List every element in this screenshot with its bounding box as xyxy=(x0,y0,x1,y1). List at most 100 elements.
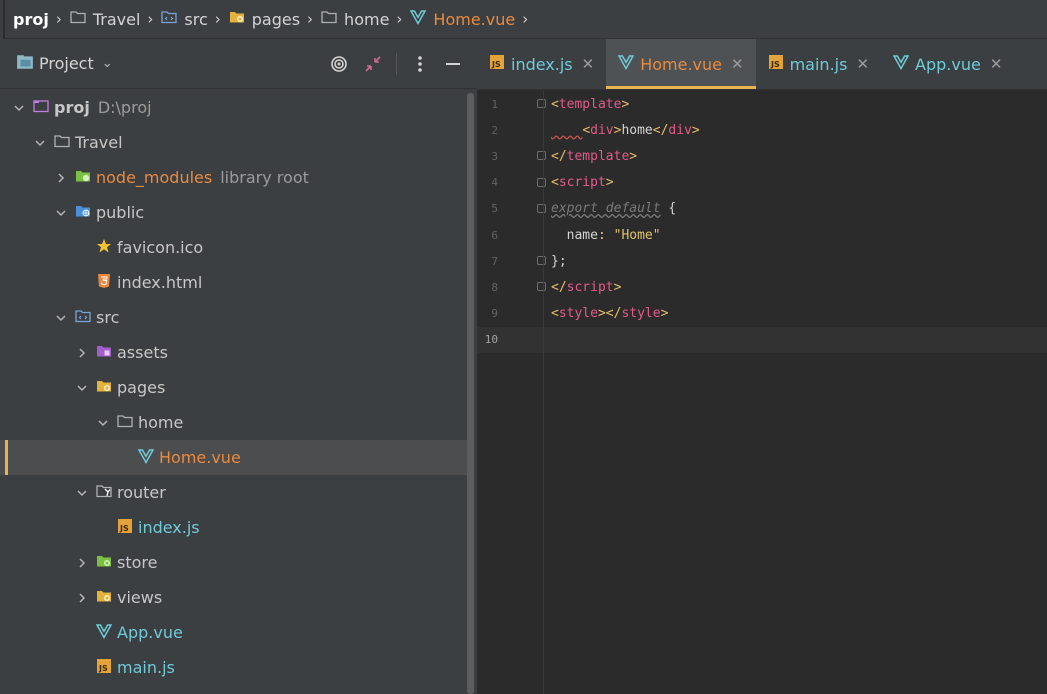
code-token: ></ xyxy=(597,306,622,322)
gutter xyxy=(513,91,551,117)
line-number: 5 xyxy=(491,202,498,216)
code-line[interactable]: 6 name: "Home" xyxy=(477,222,1047,248)
chevron-right-icon[interactable] xyxy=(53,170,69,186)
code-line[interactable]: 4 <script> xyxy=(477,170,1047,196)
gutter xyxy=(513,143,551,169)
tree-item-label: index.js xyxy=(138,518,200,537)
tree-item-public[interactable]: public xyxy=(0,195,468,230)
chevron-down-icon[interactable] xyxy=(95,415,111,431)
tree-item-proj[interactable]: proj D:\proj xyxy=(0,90,468,125)
tree-item-label: App.vue xyxy=(117,623,183,642)
tree-item-main-js[interactable]: JS main.js xyxy=(0,650,468,685)
hide-icon[interactable] xyxy=(437,47,471,81)
close-icon[interactable]: ✕ xyxy=(990,55,1003,73)
chevron-down-icon[interactable] xyxy=(32,135,48,151)
tab-home-vue[interactable]: Home.vue ✕ xyxy=(606,39,756,89)
breadcrumb-item-home[interactable]: home › xyxy=(321,0,410,39)
code-line[interactable]: 5 export default { xyxy=(477,196,1047,222)
tree-item-views[interactable]: views xyxy=(0,580,468,615)
breadcrumb-item-src[interactable]: src › xyxy=(161,0,228,39)
tree-item-assets[interactable]: assets xyxy=(0,335,468,370)
code-editor[interactable]: 1 <template> 2 <div>home</div> 3 </template>… xyxy=(477,91,1047,353)
project-panel: Project ⌄ proj D:\proj Travel node_modules l… xyxy=(0,39,477,694)
project-view-selector[interactable]: Project xyxy=(39,54,94,73)
tree-item-favicon-ico[interactable]: favicon.ico xyxy=(0,230,468,265)
code-line[interactable]: 3 </template> xyxy=(477,143,1047,169)
folder-yellow-icon xyxy=(229,9,252,29)
more-icon[interactable] xyxy=(403,47,437,81)
router-folder-icon xyxy=(96,483,117,503)
tab-index-js[interactable]: JS index.js ✕ xyxy=(477,39,606,89)
tree-item-src[interactable]: src xyxy=(0,300,468,335)
chevron-right-icon: › xyxy=(522,10,529,28)
vue-icon xyxy=(138,448,159,468)
js-icon: JS xyxy=(768,54,788,74)
code-line[interactable]: 8 </script> xyxy=(477,274,1047,300)
code-line[interactable]: 2 <div>home</div> xyxy=(477,117,1047,143)
tree-item-store[interactable]: store xyxy=(0,545,468,580)
code-line[interactable]: 10 xyxy=(477,326,1047,353)
close-icon[interactable]: ✕ xyxy=(582,55,595,73)
tree-item-app-vue[interactable]: App.vue xyxy=(0,615,468,650)
fold-marker-icon[interactable] xyxy=(537,256,546,266)
code-line[interactable]: 7}; xyxy=(477,248,1047,274)
code-token: { xyxy=(660,201,677,217)
breadcrumb-item-pages[interactable]: pages › xyxy=(229,0,321,39)
vue-icon xyxy=(410,9,433,29)
tree-item-label: home xyxy=(138,413,184,432)
chevron-right-icon: › xyxy=(396,10,403,28)
tree-item-router[interactable]: router xyxy=(0,475,468,510)
breadcrumb-item-home-vue[interactable]: Home.vue › xyxy=(410,0,536,39)
tree-item-home-vue[interactable]: Home.vue xyxy=(0,440,468,475)
chevron-down-icon[interactable] xyxy=(53,310,69,326)
breadcrumb-item-travel[interactable]: Travel › xyxy=(70,0,162,39)
chevron-right-icon[interactable] xyxy=(74,590,90,606)
code-token: style xyxy=(621,306,661,322)
code-token: </ xyxy=(652,122,669,138)
tab-main-js[interactable]: JS main.js ✕ xyxy=(756,39,881,89)
breadcrumb-label: proj xyxy=(13,9,49,29)
close-icon[interactable]: ✕ xyxy=(856,55,869,73)
code-line[interactable]: 1 <template> xyxy=(477,91,1047,117)
tree-item-travel[interactable]: Travel xyxy=(0,125,468,160)
fold-marker-icon[interactable] xyxy=(537,203,546,213)
chevron-down-icon[interactable] xyxy=(74,485,90,501)
folder-icon xyxy=(54,133,75,153)
tree-item-index-js[interactable]: JS index.js xyxy=(0,510,468,545)
close-icon[interactable]: ✕ xyxy=(731,55,744,73)
breadcrumb-item-proj[interactable]: proj › xyxy=(13,0,70,39)
tab-app-vue[interactable]: App.vue ✕ xyxy=(881,39,1014,89)
chevron-down-icon[interactable] xyxy=(53,205,69,221)
code-token: > xyxy=(621,96,630,112)
chevron-down-icon[interactable] xyxy=(74,380,90,396)
tab-label: Home.vue xyxy=(640,54,723,74)
project-icon xyxy=(33,98,54,118)
collapse-icon[interactable] xyxy=(356,47,390,81)
code-line[interactable]: 9 <style></style> xyxy=(477,301,1047,327)
gutter xyxy=(513,274,551,300)
tree-item-index-html[interactable]: index.html xyxy=(0,265,468,300)
code-token: > xyxy=(613,279,622,295)
chevron-down-icon[interactable] xyxy=(11,100,27,116)
chevron-right-icon[interactable] xyxy=(74,555,90,571)
tree-item-label: main.js xyxy=(117,658,175,677)
chevron-down-icon[interactable]: ⌄ xyxy=(102,56,113,71)
tree-item-home[interactable]: home xyxy=(0,405,468,440)
chevron-right-icon[interactable] xyxy=(74,345,90,361)
fold-marker-icon[interactable] xyxy=(537,282,546,292)
tree-item-pages[interactable]: pages xyxy=(0,370,468,405)
source-folder-icon xyxy=(161,9,184,29)
tree-item-node_modules[interactable]: node_modules library root xyxy=(0,160,468,195)
fold-marker-icon[interactable] xyxy=(537,177,546,187)
code-token: > xyxy=(691,122,700,138)
project-panel-header: Project ⌄ xyxy=(0,39,477,89)
svg-text:JS: JS xyxy=(119,524,129,533)
js-icon: JS xyxy=(489,54,509,74)
locate-icon[interactable] xyxy=(322,47,356,81)
fold-marker-icon[interactable] xyxy=(537,151,546,161)
fold-marker-icon[interactable] xyxy=(537,99,546,108)
breadcrumb-label: pages xyxy=(251,9,301,29)
tree-scrollbar[interactable] xyxy=(467,93,474,694)
star-icon xyxy=(96,238,117,258)
breadcrumb-label: home xyxy=(344,9,390,29)
